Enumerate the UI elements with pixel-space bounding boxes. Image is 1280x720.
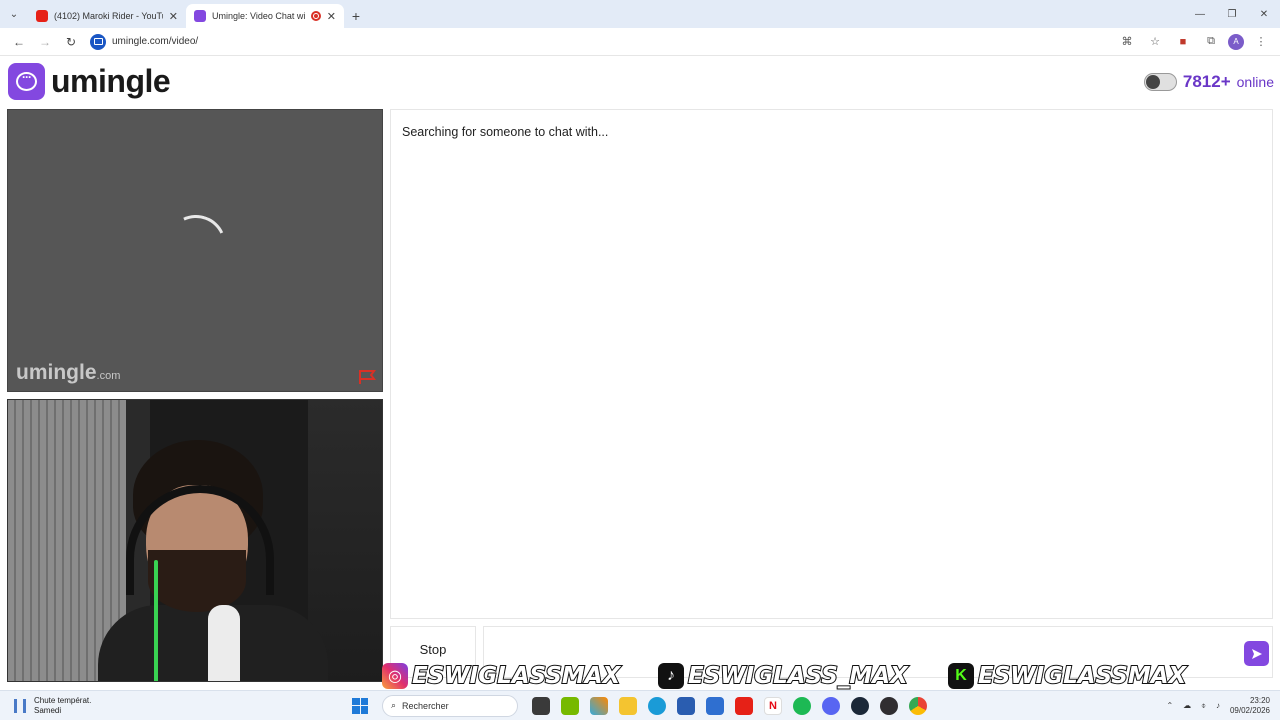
- start-windows-icon[interactable]: [352, 697, 368, 714]
- report-flag-icon[interactable]: [358, 369, 378, 385]
- social-handle: ESWIGLASS_MAX: [687, 662, 909, 690]
- app-icon[interactable]: [590, 696, 608, 715]
- tab-umingle[interactable]: Umingle: Video Chat with S ✕: [186, 4, 344, 28]
- profile-avatar[interactable]: A: [1228, 33, 1244, 50]
- taskbar-search-placeholder: Rechercher: [402, 700, 449, 711]
- toolbar-actions: ⌘ ☆ ■ ⧉ A ⋮: [1116, 31, 1272, 53]
- extensions-puzzle-icon[interactable]: ⧉: [1200, 31, 1222, 53]
- close-tab-icon[interactable]: ✕: [327, 10, 336, 23]
- calculator-icon[interactable]: [677, 696, 695, 715]
- site-info-icon[interactable]: [90, 33, 106, 50]
- recording-icon: [310, 11, 321, 21]
- file-explorer-icon[interactable]: [532, 696, 550, 715]
- steam-icon[interactable]: [851, 696, 869, 715]
- instagram-icon: ◎: [382, 663, 408, 689]
- chrome-icon[interactable]: [909, 696, 927, 715]
- online-indicator: 7812+ online: [1143, 72, 1274, 92]
- theme-toggle[interactable]: [1143, 73, 1177, 91]
- tab-title: (4102) Maroki Rider - YouTube: [54, 11, 163, 21]
- extension-icon[interactable]: ■: [1172, 31, 1194, 53]
- menu-kebab-icon[interactable]: ⋮: [1250, 31, 1272, 53]
- chat-bubble-icon: [8, 63, 45, 100]
- site-logo[interactable]: umingle: [8, 63, 171, 100]
- watermark-text: umingle: [16, 361, 97, 384]
- nvidia-icon[interactable]: [561, 696, 579, 715]
- cloud-icon[interactable]: ☁: [1183, 701, 1191, 710]
- weather-widget[interactable]: Chute températ. Samedi: [0, 696, 340, 716]
- maximize-icon[interactable]: ❐: [1216, 0, 1248, 28]
- taskbar-search[interactable]: ⌕ Rechercher: [382, 694, 518, 717]
- chat-status-message: Searching for someone to chat with...: [402, 125, 609, 139]
- close-tab-icon[interactable]: ✕: [169, 10, 178, 23]
- video-watermark: umingle.com: [16, 361, 120, 385]
- obs-icon[interactable]: [880, 696, 898, 715]
- windows-taskbar: Chute températ. Samedi ⌕ Rechercher N ⌃ …: [0, 690, 1280, 720]
- youtube-icon[interactable]: [735, 696, 753, 715]
- bookmark-star-icon[interactable]: ☆: [1144, 31, 1166, 53]
- chevron-up-icon[interactable]: ⌃: [1166, 701, 1173, 710]
- address-bar-row: ← → ↻ umingle.com/video/ ⌘ ☆ ■ ⧉ A ⋮: [0, 28, 1280, 56]
- social-handle: ESWIGLASSMAX: [411, 662, 621, 690]
- weather-icon: [14, 698, 26, 713]
- tiktok-icon: ♪: [658, 663, 684, 689]
- youtube-icon: [36, 10, 48, 22]
- url-field[interactable]: umingle.com/video/: [90, 31, 198, 53]
- discord-icon[interactable]: [822, 696, 840, 715]
- umingle-favicon-icon: [194, 10, 206, 22]
- app-icon[interactable]: [706, 696, 724, 715]
- back-icon[interactable]: ←: [8, 31, 30, 53]
- edge-icon[interactable]: [648, 696, 666, 715]
- tab-youtube[interactable]: (4102) Maroki Rider - YouTube ✕: [28, 4, 186, 28]
- online-count: 7812+: [1182, 72, 1231, 91]
- translate-icon[interactable]: ⌘: [1116, 31, 1138, 53]
- send-arrow-icon: [1251, 648, 1262, 659]
- webcam-person: [98, 440, 328, 681]
- social-tiktok: ♪ ESWIGLASS_MAX: [658, 662, 909, 690]
- window-controls: — ❐ ✕: [1184, 0, 1280, 28]
- stranger-video: umingle.com: [7, 109, 383, 392]
- watermark-suffix: .com: [96, 370, 121, 382]
- volume-icon[interactable]: ♪: [1216, 701, 1220, 710]
- url-text: umingle.com/video/: [112, 36, 199, 47]
- chat-log: Searching for someone to chat with...: [390, 109, 1273, 619]
- netflix-icon[interactable]: N: [764, 696, 782, 715]
- loading-spinner-icon: [157, 206, 235, 284]
- kick-icon: K: [948, 663, 974, 689]
- browser-tab-strip: ⌄ (4102) Maroki Rider - YouTube ✕ Umingl…: [0, 0, 1280, 28]
- minimize-icon[interactable]: —: [1184, 0, 1216, 28]
- clock-date: 09/02/2026: [1229, 705, 1270, 715]
- folder-icon[interactable]: [619, 696, 637, 715]
- reload-icon[interactable]: ↻: [60, 31, 82, 53]
- social-instagram: ◎ ESWIGLASSMAX: [382, 662, 621, 690]
- mic-tray-icon[interactable]: ⌽: [1201, 701, 1206, 711]
- social-handle: ESWIGLASSMAX: [977, 662, 1187, 690]
- tab-search-icon[interactable]: ⌄: [0, 0, 28, 28]
- weather-line1: Chute températ.: [34, 695, 92, 705]
- clock[interactable]: 23:20 09/02/2026: [1230, 696, 1270, 716]
- system-tray: ⌃ ☁ ⌽ ♪ 23:20 09/02/2026: [1166, 696, 1280, 716]
- weather-line2: Samedi: [34, 705, 62, 715]
- clock-time: 23:20: [1249, 695, 1270, 705]
- online-label: online: [1236, 74, 1274, 90]
- self-video: [7, 399, 383, 682]
- tab-title: Umingle: Video Chat with S: [212, 11, 305, 21]
- logo-text: umingle: [51, 63, 171, 99]
- close-window-icon[interactable]: ✕: [1248, 0, 1280, 28]
- social-overlay: ◎ ESWIGLASSMAX ♪ ESWIGLASS_MAX K ESWIGLA…: [380, 662, 1270, 690]
- social-kick: K ESWIGLASSMAX: [948, 662, 1187, 690]
- forward-icon[interactable]: →: [34, 31, 56, 53]
- microphone-icon: [208, 605, 240, 681]
- taskbar-apps: N: [532, 696, 927, 715]
- new-tab-button[interactable]: +: [344, 4, 368, 28]
- search-icon: ⌕: [391, 700, 397, 710]
- spotify-icon[interactable]: [793, 696, 811, 715]
